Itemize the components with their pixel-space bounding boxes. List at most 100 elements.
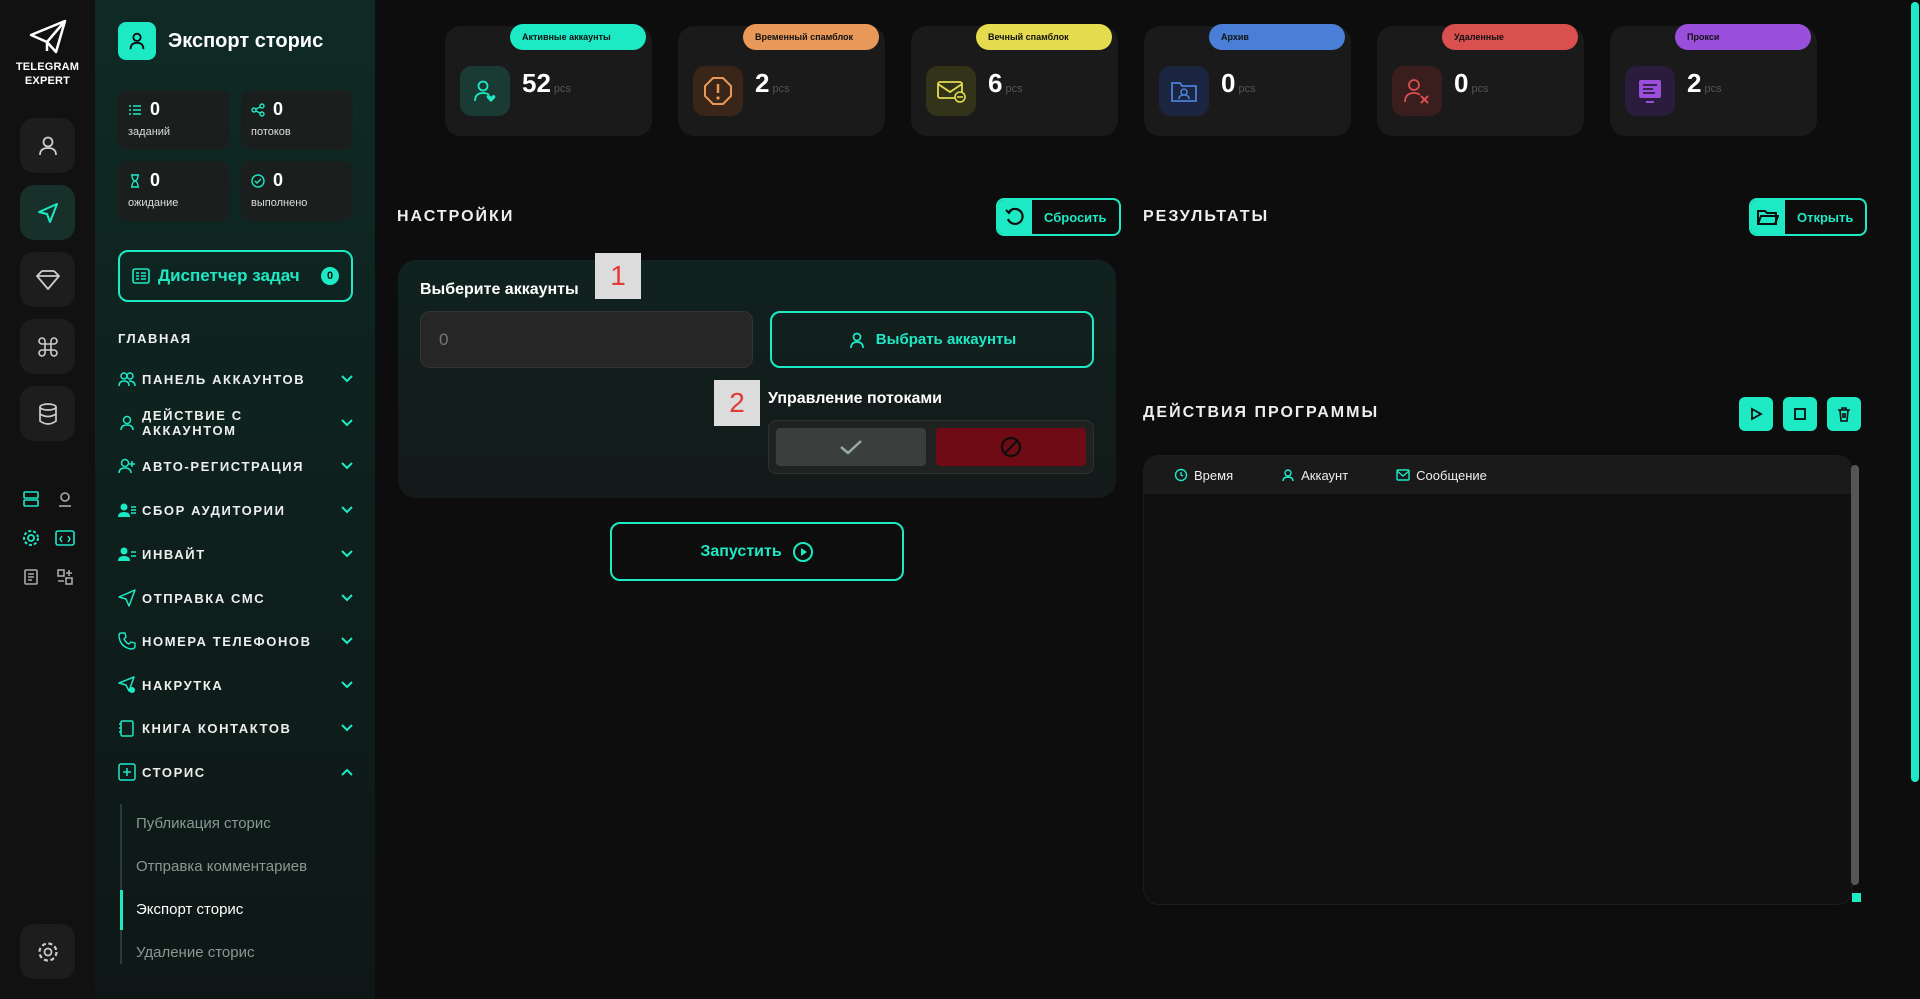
card-unit: pcs — [1005, 83, 1023, 95]
step-marker-2: 2 — [714, 380, 760, 426]
stat-waiting-label: ожидание — [128, 197, 179, 209]
card-archive[interactable]: Архив 0 pcs — [1144, 24, 1351, 136]
stat-tasks-label: заданий — [128, 126, 171, 138]
settings-title: НАСТРОЙКИ — [397, 208, 515, 225]
mini-code-icon[interactable] — [54, 527, 76, 549]
mini-grid-icon[interactable] — [54, 566, 76, 588]
chevron-down-icon — [341, 724, 353, 732]
task-dispatcher-button[interactable]: Диспетчер задач 0 — [118, 250, 353, 302]
rail-telegram-button[interactable] — [20, 185, 75, 240]
card-unit: pcs — [1238, 83, 1256, 95]
sidebar-item-phone-numbers[interactable]: НОМЕРА ТЕЛЕФОНОВ — [118, 630, 354, 652]
reset-button[interactable]: Сбросить — [996, 198, 1121, 236]
stat-waiting-value: 0 — [150, 170, 161, 190]
sidebar-item-invite[interactable]: ИНВАЙТ — [118, 543, 354, 565]
card-badge: Прокси — [1675, 24, 1811, 50]
threads-enable-toggle[interactable] — [776, 428, 926, 466]
refresh-icon — [998, 200, 1032, 234]
rail-profile-button[interactable] — [20, 118, 75, 173]
rail-command-button[interactable] — [20, 319, 75, 374]
page-title: Экспорт сторис — [168, 29, 324, 52]
accounts-count-field[interactable] — [420, 311, 753, 368]
submenu-send-comments[interactable]: Отправка комментариев — [136, 858, 307, 875]
threads-disable-toggle[interactable] — [936, 428, 1086, 466]
user-remove-icon — [1392, 66, 1442, 116]
log-col-account[interactable]: Аккаунт — [1281, 468, 1348, 483]
page-scrollbar-thumb[interactable] — [1911, 2, 1919, 782]
proxy-icon — [1625, 66, 1675, 116]
user-list-icon — [118, 503, 136, 517]
sidebar-item-auto-registration[interactable]: АВТО-РЕГИСТРАЦИЯ — [118, 455, 354, 477]
rail-premium-button[interactable] — [20, 252, 75, 307]
threads-toggle — [768, 420, 1094, 474]
sidebar-item-send-sms[interactable]: ОТПРАВКА СМС — [118, 587, 354, 609]
log-stop-button[interactable] — [1783, 397, 1817, 431]
actions-log: Время Аккаунт Сообщение — [1143, 455, 1853, 905]
resize-handle-icon[interactable] — [1852, 893, 1861, 902]
stat-done-value: 0 — [273, 170, 284, 190]
mini-server-icon[interactable] — [20, 488, 42, 510]
user-icon — [849, 332, 864, 348]
card-value: 2 — [1687, 68, 1702, 98]
gear-icon — [37, 941, 58, 962]
check-icon — [840, 440, 862, 455]
chevron-down-icon — [341, 550, 353, 558]
card-deleted[interactable]: Удаленные 0 pcs — [1377, 24, 1584, 136]
user-icon — [120, 415, 134, 431]
mini-document-icon[interactable] — [20, 566, 42, 588]
log-play-button[interactable] — [1739, 397, 1773, 431]
mail-icon — [1396, 469, 1410, 481]
stat-tasks: 0 заданий — [118, 90, 230, 150]
phone-icon — [118, 632, 136, 650]
stat-threads-label: потоков — [251, 126, 291, 138]
clock-icon — [1174, 468, 1188, 482]
list-icon — [129, 104, 141, 115]
select-accounts-button[interactable]: Выбрать аккаунты — [770, 311, 1094, 368]
mini-settings-icon[interactable] — [20, 527, 42, 549]
dispatcher-icon — [132, 268, 150, 284]
send-icon — [37, 202, 58, 223]
submenu-export-stories[interactable]: Экспорт сторис — [136, 901, 243, 918]
trash-icon — [1838, 407, 1850, 422]
chevron-down-icon — [341, 681, 353, 689]
sidebar-item-account-actions[interactable]: ДЕЙСТВИЕ С АККАУНТОМ — [118, 408, 354, 438]
card-active-accounts[interactable]: Активные аккаунты 52 pcs — [445, 24, 652, 136]
sidebar-item-boost[interactable]: НАКРУТКА — [118, 674, 354, 696]
log-col-message[interactable]: Сообщение — [1396, 468, 1487, 483]
share-icon — [251, 102, 265, 117]
card-temp-spamblock[interactable]: Временный спамблок 2 pcs — [678, 24, 885, 136]
sidebar-item-stories[interactable]: СТОРИС — [118, 761, 354, 783]
log-scrollbar-thumb[interactable] — [1851, 465, 1859, 885]
log-header: Время Аккаунт Сообщение — [1144, 456, 1852, 494]
log-col-time[interactable]: Время — [1174, 468, 1233, 483]
open-results-button[interactable]: Открыть — [1749, 198, 1868, 236]
submenu-publish-stories[interactable]: Публикация сторис — [136, 815, 271, 832]
sidebar-item-label: СБОР АУДИТОРИИ — [142, 502, 286, 518]
stat-tasks-value: 0 — [150, 99, 161, 119]
submenu-delete-stories[interactable]: Удаление сторис — [136, 944, 254, 961]
card-badge: Временный спамблок — [743, 24, 879, 50]
sidebar-item-accounts-panel[interactable]: ПАНЕЛЬ АККАУНТОВ — [118, 368, 354, 390]
rail-database-button[interactable] — [20, 386, 75, 441]
sidebar-item-audience-collection[interactable]: СБОР АУДИТОРИИ — [118, 499, 354, 521]
diamond-icon — [35, 269, 60, 290]
reset-label: Сбросить — [1044, 209, 1107, 225]
mini-location-icon[interactable] — [54, 488, 76, 510]
sidebar-item-contacts-book[interactable]: КНИГА КОНТАКТОВ — [118, 717, 354, 739]
user-invite-icon — [118, 547, 136, 561]
card-unit: pcs — [772, 83, 790, 95]
sidebar-item-label: НАКРУТКА — [142, 677, 224, 693]
run-button[interactable]: Запустить — [610, 522, 904, 581]
stat-done-label: выполнено — [251, 197, 308, 209]
check-circle-icon — [251, 173, 265, 188]
log-clear-button[interactable] — [1827, 397, 1861, 431]
card-value: 2 — [755, 68, 770, 98]
log-col-account-label: Аккаунт — [1301, 467, 1349, 483]
card-perm-spamblock[interactable]: Вечный спамблок 6 pcs — [911, 24, 1118, 136]
archive-icon — [1159, 66, 1209, 116]
user-icon — [38, 136, 57, 155]
rail-settings-button[interactable] — [20, 924, 75, 979]
chevron-down-icon — [341, 419, 353, 427]
card-proxy[interactable]: Прокси 2 pcs — [1610, 24, 1817, 136]
chevron-up-icon — [341, 768, 353, 776]
